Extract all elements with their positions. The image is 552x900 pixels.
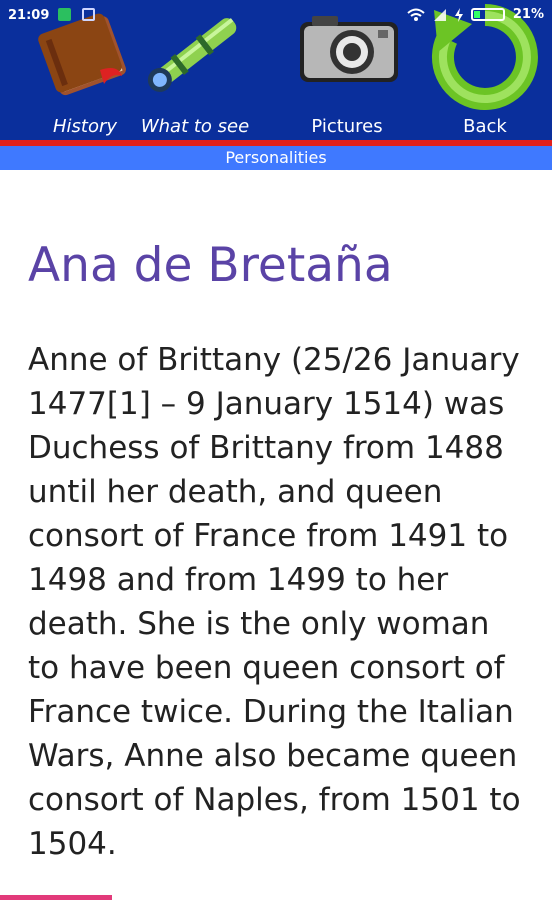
battery-percent: 21% xyxy=(512,7,544,22)
bottom-accent-bar xyxy=(0,895,112,900)
personalities-label: Personalities xyxy=(225,148,327,167)
nav-what-to-see-label: What to see xyxy=(140,116,250,137)
status-right: 21% xyxy=(407,7,544,22)
gallery-icon xyxy=(82,8,95,21)
article-body: Anne of Brittany (25/26 January 1477[1] … xyxy=(28,342,521,862)
status-time: 21:09 xyxy=(8,8,50,23)
nav-back-label: Back xyxy=(463,116,507,137)
wifi-icon xyxy=(407,8,425,21)
nav-pictures-label: Pictures xyxy=(311,116,383,137)
shield-icon xyxy=(58,8,71,21)
personalities-tab[interactable]: Personalities xyxy=(0,146,552,170)
battery-icon xyxy=(470,8,505,21)
charging-icon xyxy=(454,7,463,22)
article-title: Ana de Bretaña xyxy=(28,238,393,293)
signal-icon xyxy=(433,8,446,21)
status-bar: 21:09 21% xyxy=(0,0,552,32)
